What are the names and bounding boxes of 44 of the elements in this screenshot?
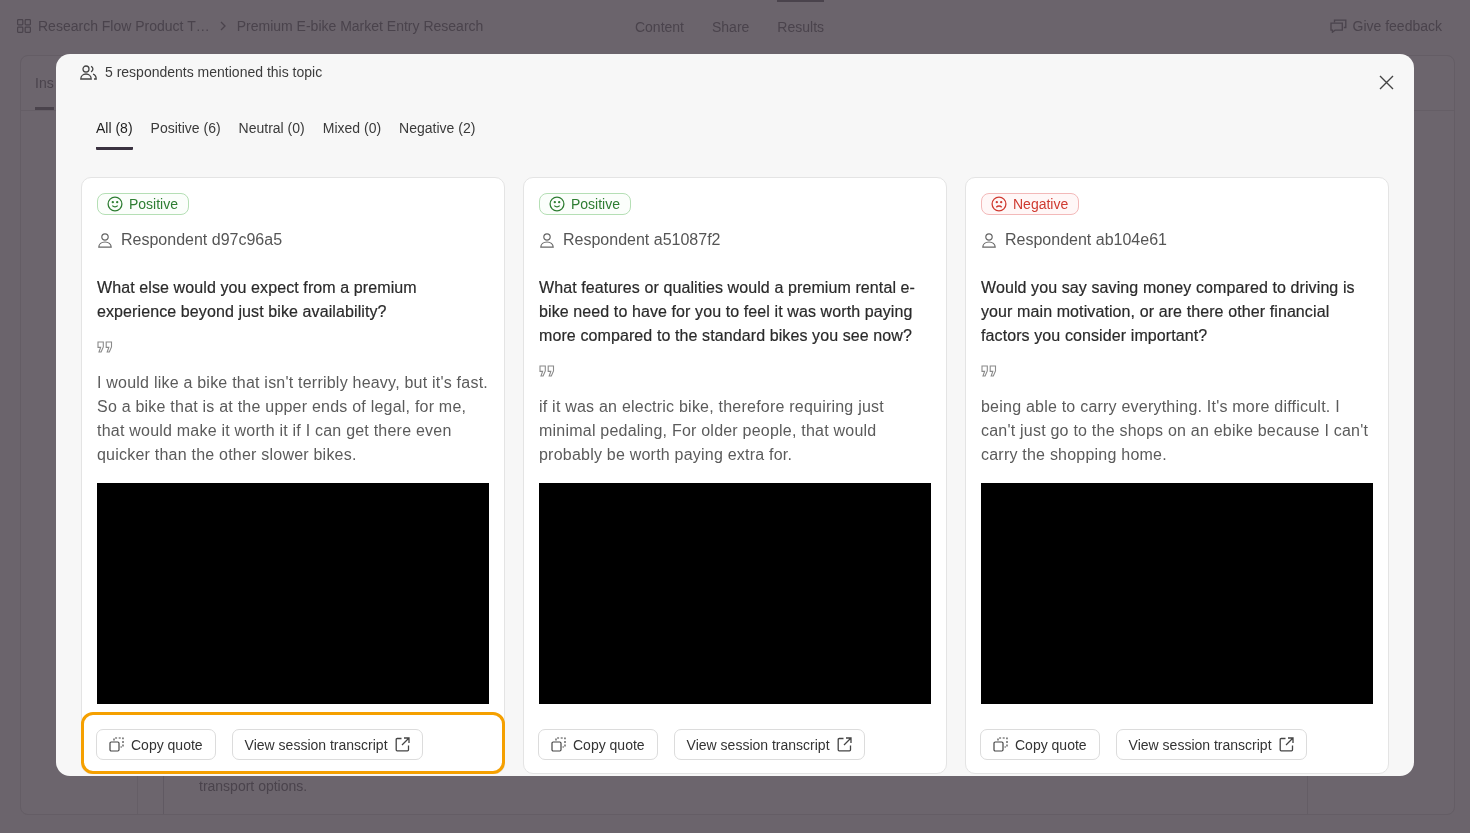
smiley-icon bbox=[107, 196, 123, 212]
copy-icon bbox=[993, 737, 1008, 752]
filter-tab[interactable]: All (8) bbox=[96, 110, 133, 150]
sentiment-badge: Positive bbox=[97, 193, 190, 215]
close-icon bbox=[1378, 74, 1394, 90]
copy-quote-button[interactable]: Copy quote bbox=[538, 729, 658, 760]
question-text: What features or qualities would a premium rental e-bike need to have for you to feel it was worth paying more compared to the standard bikes you see now? bbox=[539, 278, 917, 346]
copy-quote-button[interactable]: Copy quote bbox=[96, 729, 216, 760]
person-icon bbox=[540, 232, 554, 248]
filter-tab[interactable]: Positive (6) bbox=[150, 110, 221, 150]
sentiment-badge: Positive bbox=[539, 193, 632, 215]
external-link-icon bbox=[836, 737, 852, 752]
copy-quote-button[interactable]: Copy quote bbox=[980, 729, 1100, 760]
quote-icon bbox=[981, 365, 997, 377]
transcript-button[interactable]: View session transcript bbox=[1115, 729, 1307, 760]
copy-icon bbox=[109, 737, 124, 752]
dialog-title: 5 respondents mentioned this topic bbox=[105, 63, 323, 82]
filter-tab[interactable]: Neutral (0) bbox=[238, 110, 305, 150]
frown-icon bbox=[991, 196, 1007, 212]
grid-icon bbox=[17, 19, 31, 33]
quote-text: I would like a bike that isn't terribly heavy, but it's fast. So a bike that is at the upper ends of legal, for me, that would make it worth it if I can get there even quicker than the other slower bikes. bbox=[97, 373, 489, 465]
smiley-icon bbox=[549, 196, 565, 212]
filter-tab[interactable]: Mixed (0) bbox=[322, 110, 382, 150]
question-text: Would you say saving money compared to driving is your main motivation, or are there other financial factors you consider important? bbox=[981, 278, 1356, 346]
chevron-icon bbox=[219, 21, 226, 31]
person-icon bbox=[982, 232, 996, 248]
person-icon bbox=[98, 232, 112, 248]
chat-bubbles-icon bbox=[1329, 19, 1347, 33]
external-link-icon bbox=[1278, 737, 1294, 752]
sentiment-badge: Negative bbox=[981, 193, 1080, 215]
quote-icon bbox=[539, 365, 555, 377]
quote-text: being able to carry everything. It's more difficult. I can't just go to the shops on an ebike because I can't carry the shopping home. bbox=[981, 397, 1370, 465]
question-text: What else would you expect from a premium experience beyond just bike availability? bbox=[97, 278, 418, 322]
quote-text: if it was an electric bike, therefore requiring just minimal pedaling, For older people, that would probably be worth paying extra for. bbox=[539, 397, 885, 465]
respondent-name: Respondent a51087f2 bbox=[563, 231, 721, 249]
external-link-icon bbox=[394, 737, 410, 752]
quote-icon bbox=[97, 341, 113, 353]
people-icon bbox=[80, 64, 97, 80]
transcript-button[interactable]: View session transcript bbox=[231, 729, 423, 760]
transcript-button[interactable]: View session transcript bbox=[673, 729, 865, 760]
filter-tab[interactable]: Negative (2) bbox=[399, 110, 476, 150]
respondent-name: Respondent ab104e61 bbox=[1005, 231, 1167, 249]
respondent-name: Respondent d97c96a5 bbox=[121, 231, 283, 249]
copy-icon bbox=[551, 737, 566, 752]
